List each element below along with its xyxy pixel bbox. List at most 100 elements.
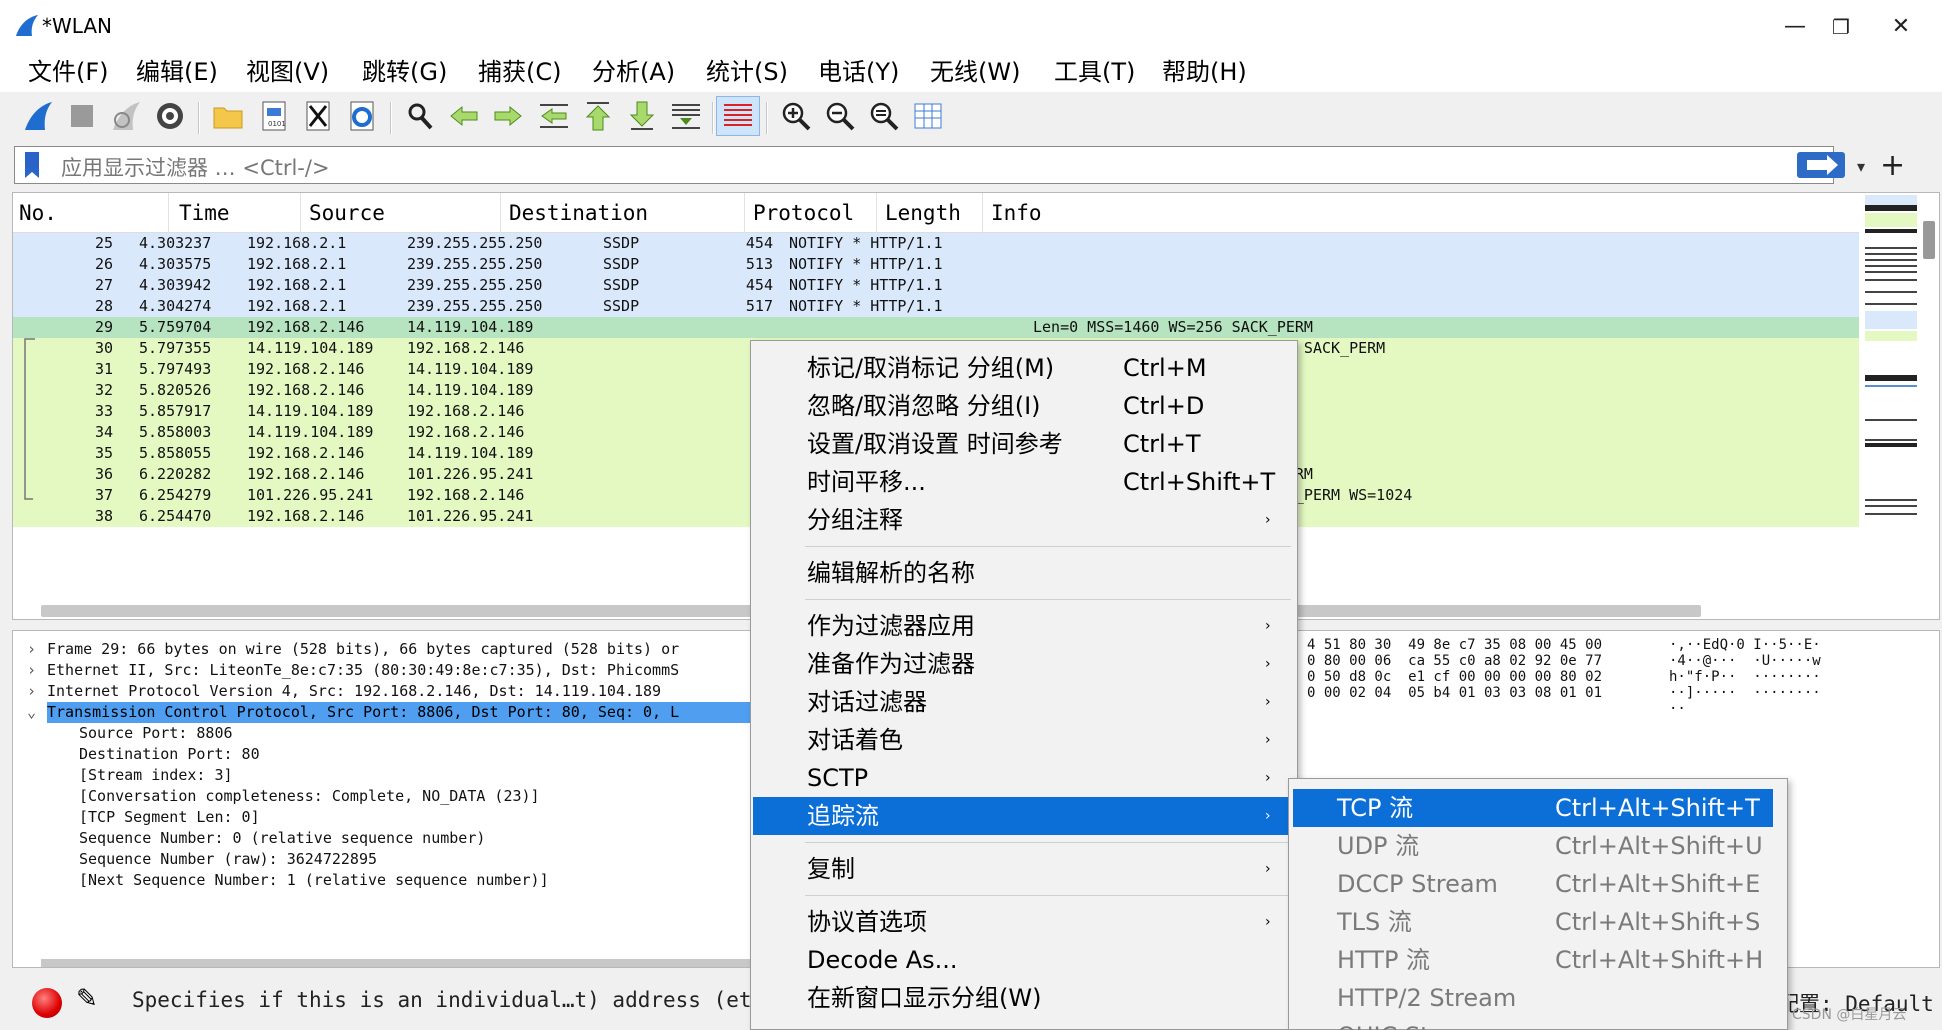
open-file-icon[interactable] bbox=[208, 96, 248, 136]
context-menu-item[interactable]: 对话着色 › bbox=[753, 721, 1297, 759]
menu-telephony[interactable]: 电话(Y) bbox=[812, 54, 905, 90]
go-back-icon[interactable] bbox=[444, 96, 484, 136]
resize-columns-icon[interactable] bbox=[908, 96, 948, 136]
menu-analyze[interactable]: 分析(A) bbox=[586, 54, 681, 90]
details-horizontal-scrollbar[interactable] bbox=[41, 959, 751, 967]
expert-info-red-icon[interactable] bbox=[32, 988, 62, 1018]
context-menu-item[interactable]: 分组注释 › bbox=[753, 501, 1297, 539]
detail-row[interactable]: Source Port: 8806 bbox=[13, 723, 751, 744]
stop-capture-icon[interactable] bbox=[62, 96, 102, 136]
go-first-icon[interactable] bbox=[578, 96, 618, 136]
context-menu-item[interactable]: 忽略/取消忽略 分组(I) Ctrl+D bbox=[753, 387, 1297, 425]
bookmark-icon[interactable] bbox=[25, 152, 39, 178]
detail-row[interactable]: [Conversation completeness: Complete, NO… bbox=[13, 786, 751, 807]
find-packet-icon[interactable] bbox=[400, 96, 440, 136]
shark-fin-start-icon[interactable] bbox=[18, 96, 58, 136]
menu-edit[interactable]: 编辑(E) bbox=[130, 54, 224, 90]
zoom-normal-icon[interactable] bbox=[864, 96, 904, 136]
column-time[interactable]: Time bbox=[169, 193, 301, 233]
context-menu-item[interactable]: 编辑解析的名称 bbox=[753, 554, 1297, 592]
context-menu-item[interactable]: 追踪流 › bbox=[753, 797, 1297, 835]
detail-row[interactable]: › Internet Protocol Version 4, Src: 192.1… bbox=[13, 681, 751, 702]
context-menu-item[interactable]: 作为过滤器应用 › bbox=[753, 607, 1297, 645]
context-menu-item[interactable]: SCTP › bbox=[753, 759, 1297, 797]
follow-stream-item[interactable]: TCP 流 Ctrl+Alt+Shift+T bbox=[1293, 789, 1773, 827]
detail-row[interactable]: Sequence Number (raw): 3624722895 bbox=[13, 849, 751, 870]
detail-row[interactable]: › Frame 29: 66 bytes on wire (528 bits), … bbox=[13, 639, 751, 660]
detail-row[interactable]: [Next Sequence Number: 1 (relative seque… bbox=[13, 870, 751, 891]
minimize-button[interactable]: — bbox=[1772, 10, 1818, 44]
capture-options-icon[interactable] bbox=[150, 96, 190, 136]
follow-stream-item[interactable]: HTTP 流 Ctrl+Alt+Shift+H bbox=[1293, 941, 1773, 979]
colorize-icon[interactable] bbox=[716, 96, 760, 136]
expand-arrow-icon[interactable]: ⌄ bbox=[27, 702, 36, 723]
context-menu-item[interactable]: 对话过滤器 › bbox=[753, 683, 1297, 721]
expand-arrow-icon[interactable]: › bbox=[27, 681, 36, 702]
packet-row[interactable]: 28 4.304274 192.168.2.1 239.255.255.250 SSDP… bbox=[13, 296, 1859, 317]
submenu-item-shortcut: Ctrl+Alt+Shift+T bbox=[1555, 794, 1760, 822]
column-destination[interactable]: Destination bbox=[501, 193, 745, 233]
menu-view[interactable]: 视图(V) bbox=[240, 54, 335, 90]
capture-comment-edit-icon[interactable]: ✎ bbox=[76, 984, 98, 1014]
detail-row[interactable]: [Stream index: 3] bbox=[13, 765, 751, 786]
packet-list-vertical-scrollbar[interactable] bbox=[1923, 221, 1935, 259]
column-length[interactable]: Length bbox=[877, 193, 983, 233]
context-menu-item[interactable]: 协议首选项 › bbox=[753, 903, 1297, 941]
packet-row[interactable]: 27 4.303942 192.168.2.1 239.255.255.250 SSDP… bbox=[13, 275, 1859, 296]
follow-stream-item[interactable]: HTTP/2 Stream bbox=[1293, 979, 1773, 1017]
context-menu-item[interactable]: 时间平移... Ctrl+Shift+T bbox=[753, 463, 1297, 501]
save-file-icon[interactable]: 0101 bbox=[254, 96, 294, 136]
menu-help[interactable]: 帮助(H) bbox=[1156, 54, 1253, 90]
menu-wireless[interactable]: 无线(W) bbox=[924, 54, 1026, 90]
apply-filter-arrow-icon[interactable] bbox=[1797, 152, 1845, 178]
context-menu-item[interactable]: Decode As... bbox=[753, 941, 1297, 979]
ascii-bytes[interactable]: ·· bbox=[1669, 701, 1686, 725]
menu-statistics[interactable]: 统计(S) bbox=[700, 54, 794, 90]
go-forward-icon[interactable] bbox=[488, 96, 528, 136]
column-no[interactable]: No. bbox=[13, 193, 169, 233]
detail-row[interactable]: Destination Port: 80 bbox=[13, 744, 751, 765]
ascii-bytes[interactable]: ··]····· ········ bbox=[1669, 685, 1821, 709]
close-file-icon[interactable] bbox=[298, 96, 338, 136]
detail-row[interactable]: ⌄ Transmission Control Protocol, Src Port… bbox=[13, 702, 751, 723]
packet-row[interactable]: 25 4.303237 192.168.2.1 239.255.255.250 SSDP… bbox=[13, 233, 1859, 254]
menu-file[interactable]: 文件(F) bbox=[22, 54, 115, 90]
close-button[interactable]: ✕ bbox=[1878, 10, 1924, 44]
follow-stream-item[interactable]: DCCP Stream Ctrl+Alt+Shift+E bbox=[1293, 865, 1773, 903]
expand-arrow-icon[interactable]: › bbox=[27, 660, 36, 681]
zoom-in-icon[interactable] bbox=[776, 96, 816, 136]
expand-arrow-icon[interactable]: › bbox=[27, 639, 36, 660]
submenu-arrow-icon: › bbox=[1265, 732, 1271, 748]
context-menu-item[interactable]: 准备作为过滤器 › bbox=[753, 645, 1297, 683]
filter-dropdown-icon[interactable]: ▾ bbox=[1857, 157, 1865, 176]
reload-file-icon[interactable] bbox=[342, 96, 382, 136]
menu-go[interactable]: 跳转(G) bbox=[356, 54, 453, 90]
follow-stream-item[interactable]: UDP 流 Ctrl+Alt+Shift+U bbox=[1293, 827, 1773, 865]
packet-row[interactable]: 29 5.759704 192.168.2.146 14.119.104.189 Len… bbox=[13, 317, 1859, 338]
detail-row[interactable]: Sequence Number: 0 (relative sequence nu… bbox=[13, 828, 751, 849]
go-to-packet-icon[interactable] bbox=[534, 96, 574, 136]
context-menu-item[interactable]: 复制 › bbox=[753, 850, 1297, 888]
hex-bytes[interactable]: 0 00 02 04 05 b4 01 03 03 08 01 01 bbox=[1307, 685, 1602, 709]
menu-tools[interactable]: 工具(T) bbox=[1048, 54, 1141, 90]
restart-capture-icon[interactable] bbox=[106, 96, 146, 136]
packet-row[interactable]: 26 4.303575 192.168.2.1 239.255.255.250 SSDP… bbox=[13, 254, 1859, 275]
autoscroll-icon[interactable] bbox=[666, 96, 706, 136]
follow-stream-item[interactable]: TLS 流 Ctrl+Alt+Shift+S bbox=[1293, 903, 1773, 941]
detail-row[interactable]: [TCP Segment Len: 0] bbox=[13, 807, 751, 828]
column-protocol[interactable]: Protocol bbox=[745, 193, 877, 233]
maximize-button[interactable]: ❐ bbox=[1818, 10, 1864, 44]
column-source[interactable]: Source bbox=[301, 193, 501, 233]
go-last-icon[interactable] bbox=[622, 96, 662, 136]
detail-row[interactable]: › Ethernet II, Src: LiteonTe_8e:c7:35 (80… bbox=[13, 660, 751, 681]
add-filter-button[interactable]: + bbox=[1880, 148, 1905, 183]
follow-stream-item[interactable]: QUIC Stream bbox=[1293, 1017, 1773, 1030]
context-menu-item[interactable]: 在新窗口显示分组(W) bbox=[753, 979, 1297, 1017]
display-filter-input[interactable]: 应用显示过滤器 … <Ctrl-/> ▾ bbox=[14, 146, 1865, 184]
packet-list-minimap[interactable] bbox=[1865, 195, 1917, 595]
menu-capture[interactable]: 捕获(C) bbox=[472, 54, 567, 90]
column-info[interactable]: Info bbox=[983, 193, 1859, 233]
context-menu-item[interactable]: 标记/取消标记 分组(M) Ctrl+M bbox=[753, 349, 1297, 387]
zoom-out-icon[interactable] bbox=[820, 96, 860, 136]
context-menu-item[interactable]: 设置/取消设置 时间参考 Ctrl+T bbox=[753, 425, 1297, 463]
